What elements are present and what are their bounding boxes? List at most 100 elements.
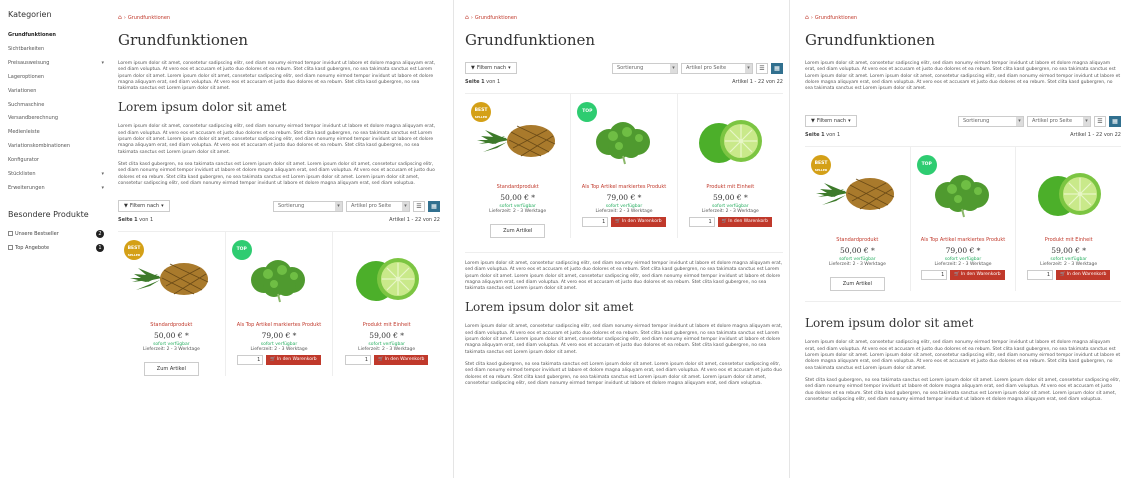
product-card[interactable]: TOP Als Top Artikel markiertes Produkt 79,… [226,232,334,377]
add-to-cart-button[interactable]: 🛒 In den Warenkorb [1056,270,1111,281]
to-article-button[interactable]: Zum Artikel [143,362,199,377]
chevron-down-icon[interactable]: ▾ [101,168,104,181]
quantity-input[interactable]: 1 [921,270,948,281]
sidebar-item-category[interactable]: Lageroptionen [8,71,104,85]
quantity-input[interactable]: 1 [582,217,609,227]
add-to-cart-button[interactable]: 🛒 In den Warenkorb [266,355,321,366]
add-to-cart-button[interactable]: 🛒 In den Warenkorb [611,217,666,227]
lime-image[interactable] [1016,159,1121,229]
cart-icon: 🛒 [1060,272,1066,278]
sidebar-item-category[interactable]: Variationen [8,85,104,99]
product-price: 59,00 € * [712,193,748,202]
product-card[interactable]: BEST SELLER Standardprodukt 50,00 € * sofort… [805,147,911,292]
chevron-down-icon: ▾ [848,118,851,125]
product-card[interactable]: TOP Als Top Artikel markiertes Produkt 79,… [571,94,678,238]
quantity-input[interactable]: 1 [345,355,372,366]
delivery-time: Lieferzeit: 2 - 3 Werktage [250,347,308,353]
product-name[interactable]: Als Top Artikel markiertes Produkt [915,237,1012,243]
sidebar-item-category[interactable]: Preisausweisung ▾ [8,57,104,71]
lime-image[interactable] [678,106,783,176]
quantity-input[interactable]: 1 [1027,270,1054,281]
chevron-down-icon: ▾ [335,201,342,211]
pagination-info: Seite 1 von 1 Artikel 1 - 22 von 22 [805,132,1121,139]
sidebar-item-category[interactable]: Stücklisten ▾ [8,168,104,182]
add-to-cart-button[interactable]: 🛒 In den Warenkorb [374,355,429,366]
sidebar-item-category[interactable]: Konfigurator [8,154,104,168]
quantity-input[interactable]: 1 [237,355,264,366]
home-icon[interactable]: ⌂ [805,14,809,21]
to-article-button[interactable]: Zum Artikel [829,277,885,292]
product-name[interactable]: Produkt mit Einheit [682,184,779,190]
delivery-time: Lieferzeit: 2 - 3 Werktage [489,209,547,214]
breadcrumb-item[interactable]: Grundfunktionen [475,15,517,21]
per-page-select[interactable]: Artikel pro Seite ▾ [346,200,410,212]
special-product-filter[interactable]: Top Angebote 1 [8,241,104,255]
home-icon[interactable]: ⌂ [118,14,122,21]
product-card[interactable]: BEST SELLER Standardprodukt 50,00 € * sofort… [118,232,226,377]
list-view-icon[interactable]: ☰ [1094,115,1106,127]
sidebar-item-category[interactable]: Variationskombinationen [8,140,104,154]
delivery-time: Lieferzeit: 2 - 3 Werktage [358,347,416,353]
product-name[interactable]: Standardprodukt [122,322,221,328]
product-name[interactable]: Als Top Artikel markiertes Produkt [575,184,672,190]
sort-select[interactable]: Sortierung ▾ [612,62,678,74]
home-icon[interactable]: ⌂ [465,14,469,21]
list-view-icon[interactable]: ☰ [413,200,425,212]
sidebar-item-category[interactable]: Suchmaschine [8,99,104,113]
list-toolbar: ▼ Filtern nach ▾ Sortierung ▾ Artikel pro S… [465,61,783,75]
special-products-heading: Besondere Produkte [8,209,89,219]
product-card[interactable]: Produkt mit Einheit 59,00 € * sofort verfü… [333,232,440,376]
quantity-input[interactable]: 1 [688,217,715,227]
product-name[interactable]: Standardprodukt [809,237,906,243]
page-title: Grundfunktionen [118,31,249,49]
section-title: Lorem ipsum dolor sit amet [805,316,974,331]
sort-select[interactable]: Sortierung ▾ [958,115,1024,127]
intro-text: Lorem ipsum dolor sit amet, consetetur s… [465,261,783,292]
sidebar-item-category[interactable]: Medienleiste [8,126,104,140]
grid-view-icon[interactable]: ▦ [428,200,440,212]
add-to-cart-button[interactable]: 🛒 In den Warenkorb [717,217,772,227]
add-to-cart-button[interactable]: 🛒 In den Warenkorb [950,270,1005,281]
per-page-select[interactable]: Artikel pro Seite ▾ [1027,115,1091,127]
breadcrumb-item[interactable]: Grundfunktionen [128,15,170,21]
categories-heading: Kategorien [8,10,52,19]
product-price: 79,00 € * [606,193,642,202]
checkbox[interactable] [8,244,13,250]
sidebar-item-category[interactable]: Versandberechnung [8,112,104,126]
lime-image[interactable] [333,244,440,314]
per-page-select[interactable]: Artikel pro Seite ▾ [681,62,753,74]
product-card[interactable]: BEST SELLER Standardprodukt 50,00 € * sofort… [465,94,572,238]
breadcrumb-item[interactable]: Grundfunktionen [815,15,857,21]
chevron-down-icon: ▾ [1016,116,1023,126]
sidebar-item-label: Variationskombinationen [8,143,71,150]
to-article-button[interactable]: Zum Artikel [490,224,546,238]
product-card[interactable]: Produkt mit Einheit 59,00 € * sofort verfü… [678,94,783,238]
product-name[interactable]: Standardprodukt [469,184,566,190]
breadcrumb: ⌂ › Grundfunktionen [805,14,1121,21]
cart-icon: 🛒 [721,219,728,224]
list-view-icon[interactable]: ☰ [756,62,768,74]
grid-view-icon[interactable]: ▦ [771,62,783,74]
chevron-down-icon[interactable]: ▾ [101,57,104,70]
body-text: Lorem ipsum dolor sit amet, consetetur s… [465,324,783,355]
product-card[interactable]: Produkt mit Einheit 59,00 € * sofort verfü… [1016,147,1121,291]
sidebar-item-category[interactable]: Grundfunktionen [8,29,104,43]
chevron-down-icon[interactable]: ▾ [101,182,104,195]
page-title: Grundfunktionen [805,31,936,49]
checkbox[interactable] [8,230,13,236]
product-name[interactable]: Als Top Artikel markiertes Produkt [230,322,329,328]
special-product-filter[interactable]: Unsere Bestseller 2 [8,227,104,241]
sidebar-item-category[interactable]: Sichtbarkeiten [8,43,104,57]
filter-button[interactable]: ▼ Filtern nach ▾ [465,62,517,74]
sidebar-item-category[interactable]: Erweiterungen ▾ [8,182,104,196]
product-name[interactable]: Produkt mit Einheit [337,322,436,328]
filter-button[interactable]: ▼ Filtern nach ▾ [805,115,857,128]
product-card[interactable]: TOP Als Top Artikel markiertes Produkt 79,… [911,147,1017,292]
category-sidebar: Kategorien Grundfunktionen Sichtbarkeiten… [8,10,104,255]
product-name[interactable]: Produkt mit Einheit [1020,237,1117,243]
filter-button[interactable]: ▼ Filtern nach ▾ [118,200,170,213]
sort-select[interactable]: Sortierung ▾ [273,200,343,212]
product-grid: BEST SELLER Standardprodukt 50,00 € * sofort… [118,231,440,377]
bestseller-badge: BEST SELLER [471,102,491,122]
grid-view-icon[interactable]: ▦ [1109,115,1121,127]
